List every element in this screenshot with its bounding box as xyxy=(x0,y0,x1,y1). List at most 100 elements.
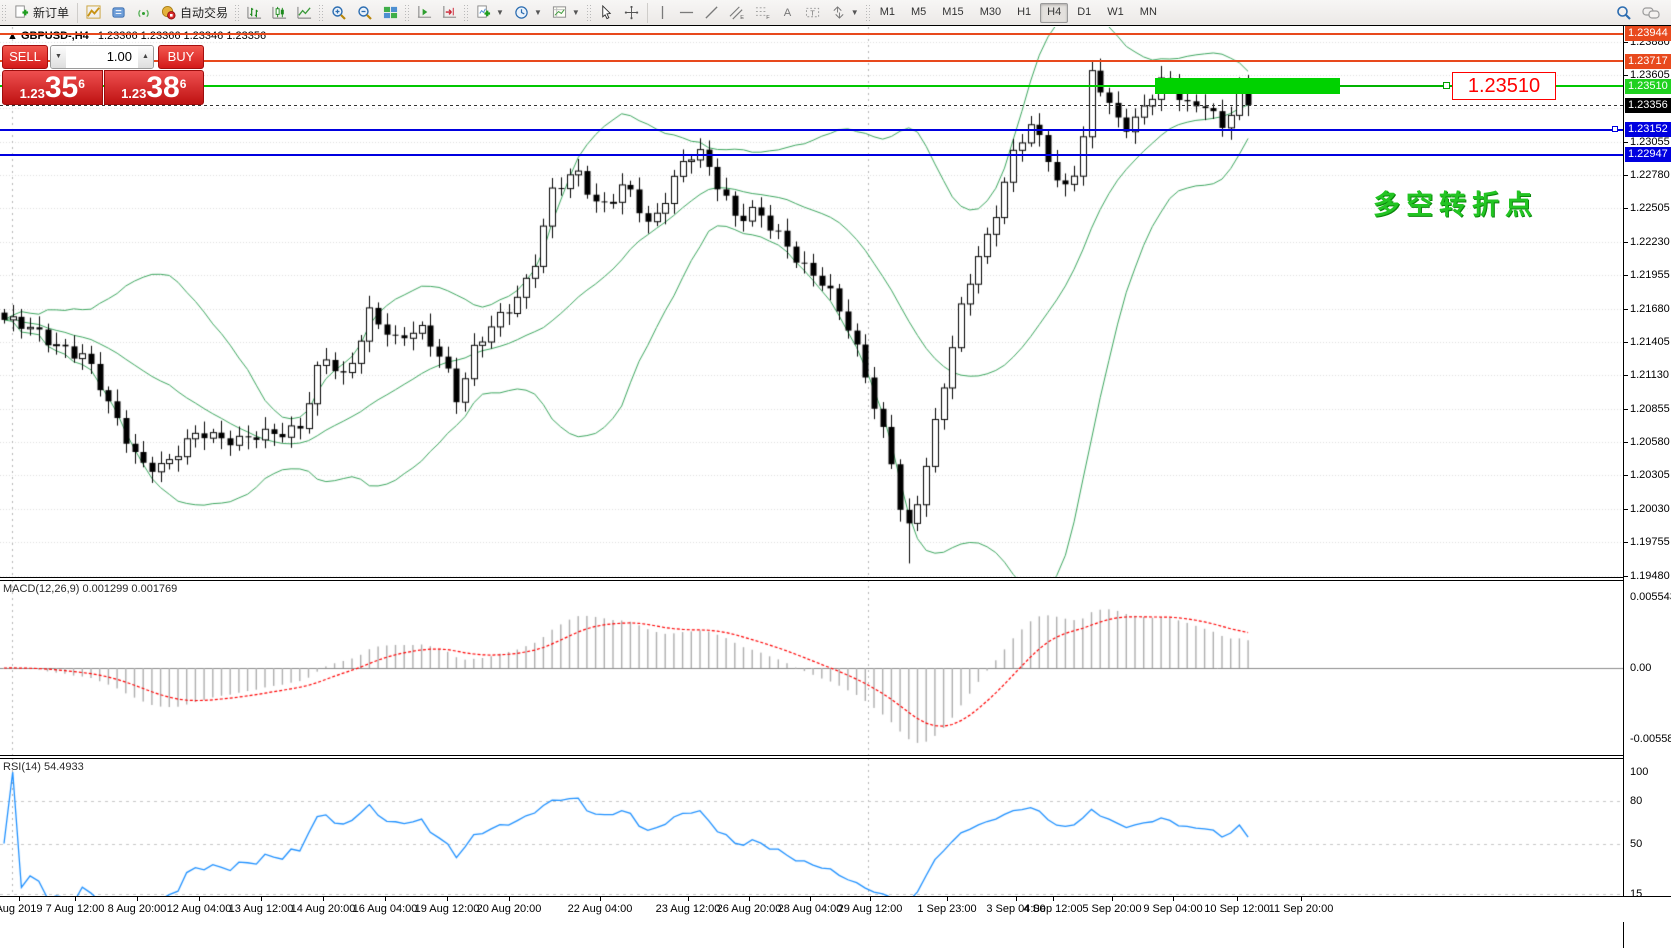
highlight-zone[interactable] xyxy=(1155,78,1340,94)
time-tick-mark xyxy=(509,897,510,901)
price-tick-mark xyxy=(1624,375,1628,376)
toolbar-grip[interactable] xyxy=(1,4,8,22)
zoom-in-button[interactable] xyxy=(326,2,352,24)
buy-price-button[interactable]: 1.23 38 6 xyxy=(104,70,205,105)
time-label: 22 Aug 04:00 xyxy=(568,903,633,915)
toolbar-grip[interactable] xyxy=(586,4,593,22)
vertical-line-button[interactable] xyxy=(651,2,674,24)
periods-button[interactable]: ▼ xyxy=(509,2,547,24)
callout-anchor-square[interactable] xyxy=(1443,82,1450,89)
price-tick-mark xyxy=(1624,509,1628,510)
price-tick-mark xyxy=(1624,75,1628,76)
trendline-button[interactable] xyxy=(699,2,724,24)
indicators-button[interactable]: ▼ xyxy=(471,2,509,24)
cursor-icon xyxy=(599,5,614,20)
time-label: 10 Sep 12:00 xyxy=(1204,903,1269,915)
time-label: 26 Aug 20:00 xyxy=(717,903,782,915)
auto-scroll-button[interactable] xyxy=(412,2,437,24)
metaeditor-button[interactable] xyxy=(106,2,131,24)
toolbar-grip[interactable] xyxy=(318,4,325,22)
buy-button[interactable]: BUY xyxy=(158,45,204,69)
horizontal-price-line[interactable] xyxy=(0,129,1623,131)
crosshair-button[interactable] xyxy=(619,2,644,24)
horizontal-line-icon xyxy=(679,5,694,20)
sell-price-prefix: 1.23 xyxy=(20,86,45,101)
rsi-pane-separator[interactable] xyxy=(0,755,1671,759)
time-tick-mark xyxy=(261,897,262,901)
timeframe-button-w1[interactable]: W1 xyxy=(1100,3,1131,23)
mt4-application: 新订单 自动交易 xyxy=(0,0,1671,948)
cursor-button[interactable] xyxy=(594,2,619,24)
time-tick-mark xyxy=(810,897,811,901)
channel-icon: E xyxy=(729,5,745,20)
price-tick-mark xyxy=(1624,175,1628,176)
fibonacci-button[interactable]: F xyxy=(750,2,776,24)
horizontal-price-line[interactable] xyxy=(0,154,1623,156)
chat-button[interactable] xyxy=(1637,2,1665,24)
search-button[interactable] xyxy=(1611,2,1637,24)
timeframe-button-d1[interactable]: D1 xyxy=(1070,3,1098,23)
main-chart-canvas[interactable] xyxy=(0,27,1623,578)
blue-line-handle[interactable] xyxy=(1612,126,1618,132)
time-label: 4 Sep 12:00 xyxy=(1023,903,1082,915)
horizontal-price-line[interactable] xyxy=(0,60,1623,62)
toolbar-grip[interactable] xyxy=(865,4,872,22)
timeframe-button-m5[interactable]: M5 xyxy=(904,3,933,23)
zoom-out-button[interactable] xyxy=(352,2,378,24)
new-order-icon xyxy=(14,5,29,20)
time-label: 23 Aug 12:00 xyxy=(656,903,721,915)
price-badge: 1.22947 xyxy=(1625,147,1671,162)
chart-shift-button[interactable] xyxy=(437,2,462,24)
price-callout-label[interactable]: 1.23510 xyxy=(1452,72,1556,100)
time-tick-mark xyxy=(1016,897,1017,901)
candlestick-button[interactable] xyxy=(267,2,292,24)
horizontal-price-line[interactable] xyxy=(0,33,1623,35)
signals-button[interactable] xyxy=(131,2,156,24)
label-button[interactable]: T xyxy=(800,2,826,24)
bar-chart-button[interactable] xyxy=(242,2,267,24)
macd-axis-label: 0.005543 xyxy=(1630,591,1671,603)
timeframe-button-m1[interactable]: M1 xyxy=(873,3,902,23)
price-tick: 1.22230 xyxy=(1630,236,1670,248)
macd-canvas[interactable] xyxy=(0,580,1623,756)
toolbar-grip[interactable] xyxy=(404,4,411,22)
annotation-text[interactable]: 多空转折点 xyxy=(1373,183,1538,222)
arrows-button[interactable]: ▼ xyxy=(826,2,864,24)
horizontal-line-button[interactable] xyxy=(674,2,699,24)
volume-up-button[interactable]: ▲ xyxy=(138,46,153,68)
time-label: 13 Aug 12:00 xyxy=(229,903,294,915)
timeframe-button-h1[interactable]: H1 xyxy=(1010,3,1038,23)
time-tick-mark xyxy=(1112,897,1113,901)
macd-pane-separator[interactable] xyxy=(0,577,1671,581)
timeframe-button-mn[interactable]: MN xyxy=(1133,3,1164,23)
crosshair-icon xyxy=(624,5,639,20)
time-tick-mark xyxy=(385,897,386,901)
autotrading-button[interactable]: 自动交易 xyxy=(156,2,233,24)
periods-dropdown-caret: ▼ xyxy=(534,8,542,17)
chart-window: ▲ GBPUSD-,H4 1.23366 1.23366 1.23346 1.2… xyxy=(0,26,1671,948)
sell-button[interactable]: SELL xyxy=(2,45,48,69)
price-tick: 1.21405 xyxy=(1630,336,1670,348)
volume-input[interactable]: 1.00 xyxy=(66,46,138,68)
time-axis[interactable]: Aug 20197 Aug 12:008 Aug 20:0012 Aug 04:… xyxy=(0,896,1671,922)
templates-button[interactable]: ▼ xyxy=(547,2,585,24)
line-chart-button[interactable] xyxy=(292,2,317,24)
price-axis[interactable]: 1.238801.236051.230551.227801.225051.222… xyxy=(1623,26,1671,948)
volume-down-button[interactable]: ▼ xyxy=(51,46,66,68)
sell-price-button[interactable]: 1.23 35 6 xyxy=(2,70,103,105)
price-tick: 1.21130 xyxy=(1630,369,1669,381)
chart-window-button[interactable] xyxy=(81,2,106,24)
svg-text:F: F xyxy=(766,15,770,20)
label-icon: T xyxy=(805,5,821,20)
toolbar-grip[interactable] xyxy=(234,4,241,22)
chart-shift-icon xyxy=(442,5,457,20)
timeframe-button-m15[interactable]: M15 xyxy=(935,3,970,23)
new-order-button[interactable]: 新订单 xyxy=(9,2,74,24)
buy-price-main: 38 xyxy=(146,73,179,103)
toolbar-grip[interactable] xyxy=(463,4,470,22)
timeframe-button-h4[interactable]: H4 xyxy=(1040,3,1068,23)
timeframe-button-m30[interactable]: M30 xyxy=(973,3,1008,23)
tile-windows-button[interactable] xyxy=(378,2,403,24)
text-button[interactable]: A xyxy=(776,2,800,24)
channel-button[interactable]: E xyxy=(724,2,750,24)
